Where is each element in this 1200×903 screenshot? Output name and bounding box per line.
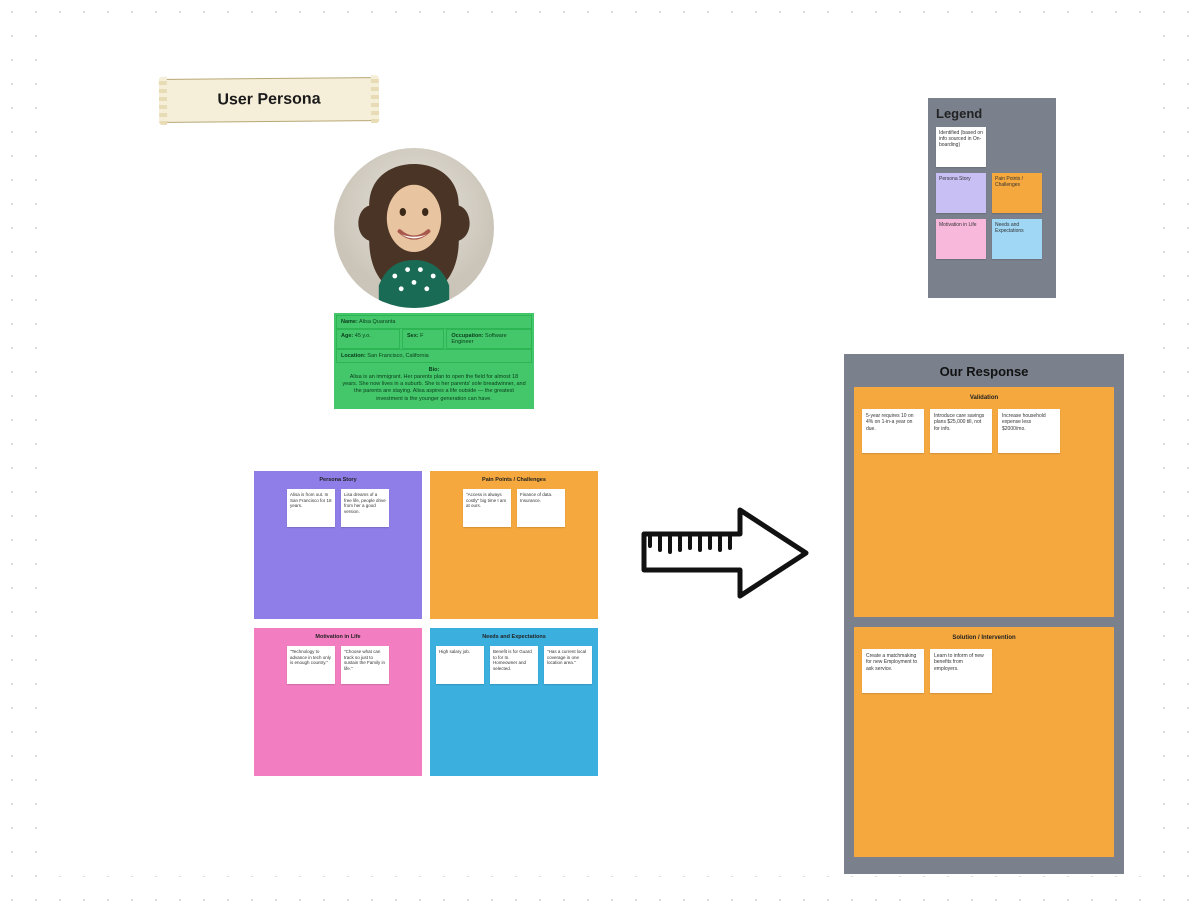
section-title: Needs and Expectations [436, 634, 592, 640]
sticky-note[interactable]: Create a matchmaking for new Employment … [862, 649, 924, 693]
banner-title: User Persona [217, 91, 320, 110]
response-sub: Solution / Intervention [862, 635, 1106, 641]
legend-item-motivation[interactable]: Motivation in Life [936, 219, 986, 259]
legend-title: Legend [936, 106, 1048, 121]
avatar[interactable] [334, 148, 494, 308]
info-job: Occupation: Software Engineer [446, 329, 532, 349]
sticky-note[interactable]: "Access is always costly" big time I am … [463, 489, 511, 527]
sticky-note[interactable]: Introduce care savings plans $25,000 til… [930, 409, 992, 453]
section-motivation[interactable]: Motivation in Life "Technology to advanc… [254, 628, 422, 776]
section-title: Persona Story [260, 477, 416, 483]
response-validation-block[interactable]: Validation 5-year requires 10 on 4% on 1… [854, 387, 1114, 617]
persona-banner[interactable]: User Persona [164, 77, 374, 123]
section-persona-story[interactable]: Persona Story Alisa is from out. In San … [254, 471, 422, 619]
sticky-note[interactable]: Increase household expense less $2000/mo… [998, 409, 1060, 453]
response-solution-block[interactable]: Solution / Intervention Create a matchma… [854, 627, 1114, 857]
whiteboard-canvas[interactable]: User Persona Name: Alisa Quaranta Age: [44, 28, 1162, 876]
sticky-note[interactable]: Benefit is for Guard to for In. Homeowne… [490, 646, 538, 684]
section-pain-points[interactable]: Pain Points / Challenges "Access is alwa… [430, 471, 598, 619]
sticky-note[interactable]: "Technology to advance in tech only is e… [287, 646, 335, 684]
info-sex: Sex: F [402, 329, 444, 349]
response-title: Our Response [854, 364, 1114, 379]
response-sub: Validation [862, 395, 1106, 401]
info-bio: Bio: Alisa is an immigrant. Her parents … [336, 363, 532, 407]
sticky-note[interactable]: High salary job. [436, 646, 484, 684]
sticky-note[interactable]: "Has a current local coverage in one loc… [544, 646, 592, 684]
section-title: Motivation in Life [260, 634, 416, 640]
response-panel[interactable]: Our Response Validation 5-year requires … [844, 354, 1124, 874]
section-title: Pain Points / Challenges [436, 477, 592, 483]
sticky-note[interactable]: Lisa dreams of a free life, people drive… [341, 489, 389, 527]
legend-panel[interactable]: Legend Identified (based on info sourced… [928, 98, 1056, 298]
info-age: Age: 45 y.o. [336, 329, 400, 349]
legend-item-identified[interactable]: Identified (based on info sourced in On-… [936, 127, 986, 167]
info-name: Name: Alisa Quaranta [336, 315, 532, 329]
sticky-note[interactable]: 5-year requires 10 on 4% on 1-in-a year … [862, 409, 924, 453]
avatar-image [334, 148, 494, 308]
info-location: Location: San Francisco, California [336, 349, 532, 363]
legend-item-pain[interactable]: Pain Points / Challenges [992, 173, 1042, 213]
sticky-note[interactable]: "Choose what can track so just to sustai… [341, 646, 389, 684]
sticky-note[interactable]: Learn to inform of new benefits from emp… [930, 649, 992, 693]
sticky-note[interactable]: Alisa is from out. In San Francisco for … [287, 489, 335, 527]
arrow-icon [636, 498, 816, 608]
section-needs[interactable]: Needs and Expectations High salary job. … [430, 628, 598, 776]
legend-item-persona[interactable]: Persona Story [936, 173, 986, 213]
persona-info-card[interactable]: Name: Alisa Quaranta Age: 45 y.o. Sex: F… [334, 313, 534, 409]
legend-item-needs[interactable]: Needs and Expectations [992, 219, 1042, 259]
sticky-note[interactable]: Finance of data. Insurance. [517, 489, 565, 527]
